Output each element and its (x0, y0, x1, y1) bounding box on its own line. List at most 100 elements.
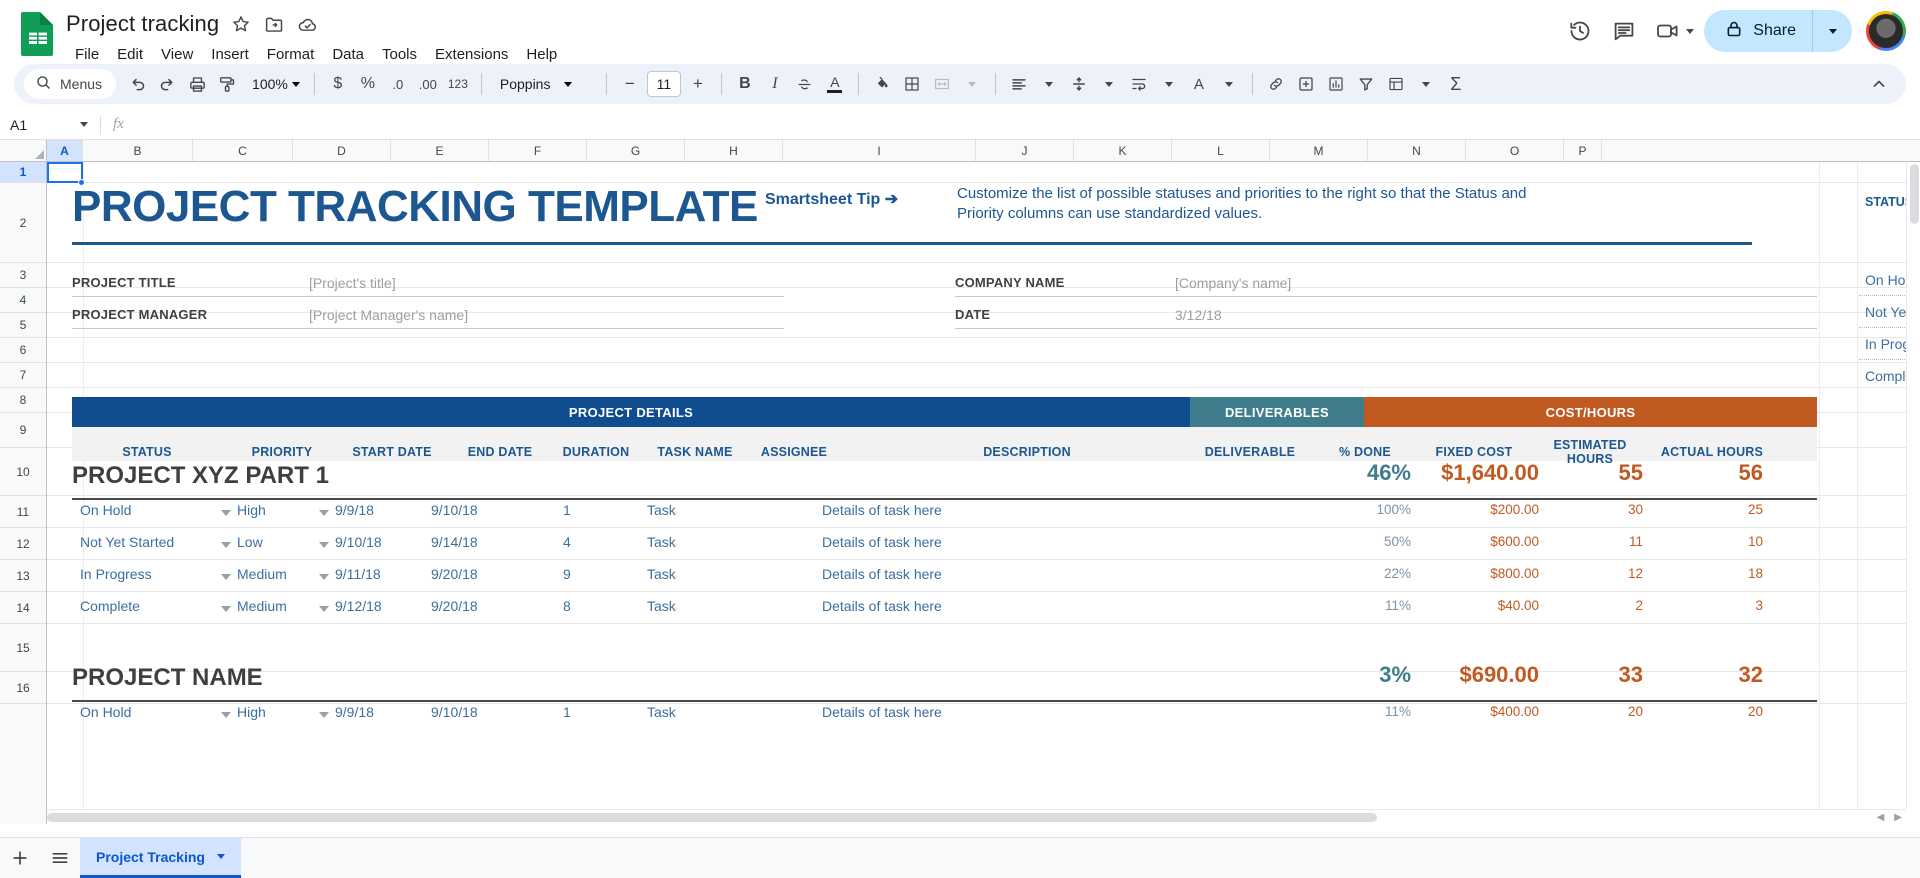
row-2-act[interactable]: 10 (1635, 534, 1763, 549)
comment-icon[interactable] (1602, 9, 1646, 53)
row-header-16[interactable]: 16 (0, 672, 46, 704)
format-percent-button[interactable]: % (353, 69, 383, 99)
vertical-align-chevron-down-icon[interactable] (1094, 69, 1124, 99)
row-header-4[interactable]: 4 (0, 288, 46, 313)
column-header-E[interactable]: E (391, 140, 489, 161)
project-manager-value[interactable]: [Project Manager's name] (309, 307, 468, 323)
column-header-M[interactable]: M (1270, 140, 1368, 161)
row-5-status-chevron-down-icon[interactable] (221, 712, 231, 718)
column-header-D[interactable]: D (293, 140, 391, 161)
row-4-start-date[interactable]: 9/12/18 (335, 598, 382, 614)
column-header-B[interactable]: B (83, 140, 193, 161)
row-2-start-date[interactable]: 9/10/18 (335, 534, 382, 550)
insert-chart-icon[interactable] (1321, 69, 1351, 99)
star-icon[interactable] (230, 13, 252, 35)
company-name-value[interactable]: [Company's name] (1175, 275, 1291, 291)
horizontal-scroll-thumb[interactable] (47, 813, 1377, 822)
text-color-button[interactable]: A (820, 69, 850, 99)
row-2-description[interactable]: Details of task here (822, 534, 942, 550)
row-3-priority[interactable]: Medium (237, 566, 287, 582)
row-header-7[interactable]: 7 (0, 363, 46, 388)
document-title[interactable]: Project tracking (66, 11, 219, 37)
format-currency-button[interactable]: $ (323, 69, 353, 99)
select-all-corner[interactable] (0, 140, 47, 161)
column-header-P[interactable]: P (1564, 140, 1602, 161)
undo-icon[interactable] (122, 69, 152, 99)
scroll-right-icon[interactable]: ▶ (1894, 812, 1902, 823)
horizontal-align-icon[interactable] (1004, 69, 1034, 99)
row-header-11[interactable]: 11 (0, 496, 46, 528)
text-wrap-chevron-down-icon[interactable] (1154, 69, 1184, 99)
menu-view[interactable]: View (152, 44, 202, 65)
row-2-status[interactable]: Not Yet Started (80, 534, 174, 550)
row-header-1[interactable]: 1 (0, 162, 46, 183)
menu-help[interactable]: Help (517, 44, 566, 65)
saved-to-drive-icon[interactable] (296, 13, 318, 35)
text-rotation-icon[interactable]: A (1184, 69, 1214, 99)
decrease-font-size-button[interactable]: − (615, 69, 645, 99)
menu-extensions[interactable]: Extensions (426, 44, 517, 65)
row-1-status[interactable]: On Hold (80, 502, 131, 518)
scroll-left-icon[interactable]: ◀ (1877, 812, 1885, 823)
create-filter-icon[interactable] (1351, 69, 1381, 99)
row-5-act[interactable]: 20 (1635, 704, 1763, 719)
row-2-priority-chevron-down-icon[interactable] (319, 542, 329, 548)
row-5-priority-chevron-down-icon[interactable] (319, 712, 329, 718)
row-5-priority[interactable]: High (237, 704, 266, 720)
more-formats-button[interactable]: 123 (443, 69, 473, 99)
vertical-scrollbar[interactable] (1906, 162, 1920, 808)
print-icon[interactable] (182, 69, 212, 99)
row-4-description[interactable]: Details of task here (822, 598, 942, 614)
row-header-12[interactable]: 12 (0, 528, 46, 560)
row-header-3[interactable]: 3 (0, 263, 46, 288)
menu-file[interactable]: File (66, 44, 108, 65)
share-options-chevron-down-icon[interactable] (1812, 10, 1852, 52)
functions-icon[interactable] (1381, 69, 1411, 99)
project-title-value[interactable]: [Project's title] (309, 275, 396, 291)
add-sheet-icon[interactable] (0, 838, 40, 878)
row-2-task-name[interactable]: Task (647, 534, 676, 550)
row-4-priority-chevron-down-icon[interactable] (319, 606, 329, 612)
sheet-tab-project-tracking[interactable]: Project Tracking (80, 838, 241, 878)
font-size-stepper[interactable]: − 11 + (615, 69, 713, 99)
row-1-est[interactable]: 30 (1515, 502, 1643, 517)
row-header-15[interactable]: 15 (0, 624, 46, 672)
google-sheets-icon[interactable] (20, 10, 56, 56)
all-sheets-icon[interactable] (40, 838, 80, 878)
text-rotation-chevron-down-icon[interactable] (1214, 69, 1244, 99)
insert-image-icon[interactable] (1291, 69, 1321, 99)
column-header-F[interactable]: F (489, 140, 587, 161)
row-3-duration[interactable]: 9 (563, 566, 571, 582)
column-header-H[interactable]: H (685, 140, 783, 161)
row-header-13[interactable]: 13 (0, 560, 46, 592)
bold-button[interactable]: B (730, 69, 760, 99)
functions-chevron-down-icon[interactable] (1411, 69, 1441, 99)
row-header-8[interactable]: 8 (0, 388, 46, 413)
increase-font-size-button[interactable]: + (683, 69, 713, 99)
row-4-duration[interactable]: 8 (563, 598, 571, 614)
vertical-scroll-thumb[interactable] (1910, 164, 1919, 224)
version-history-icon[interactable] (1558, 9, 1602, 53)
row-2-duration[interactable]: 4 (563, 534, 571, 550)
row-3-act[interactable]: 18 (1635, 566, 1763, 581)
merge-cells-icon[interactable] (927, 69, 957, 99)
sheet-tab-chevron-down-icon[interactable] (216, 854, 225, 859)
strikethrough-button[interactable] (790, 69, 820, 99)
row-1-end-date[interactable]: 9/10/18 (431, 502, 478, 518)
row-3-status[interactable]: In Progress (80, 566, 152, 582)
row-1-priority-chevron-down-icon[interactable] (319, 510, 329, 516)
column-header-N[interactable]: N (1368, 140, 1466, 161)
insert-link-icon[interactable] (1261, 69, 1291, 99)
row-header-9[interactable]: 9 (0, 413, 46, 448)
move-to-folder-icon[interactable] (263, 13, 285, 35)
menus-search-button[interactable]: Menus (24, 69, 117, 99)
row-2-end-date[interactable]: 9/14/18 (431, 534, 478, 550)
row-3-priority-chevron-down-icon[interactable] (319, 574, 329, 580)
column-header-L[interactable]: L (1172, 140, 1270, 161)
menu-data[interactable]: Data (323, 44, 373, 65)
row-4-status-chevron-down-icon[interactable] (221, 606, 231, 612)
sigma-sum-button[interactable]: Σ (1441, 69, 1471, 99)
grid-cells[interactable]: PROJECT TRACKING TEMPLATE Smartsheet Tip… (47, 162, 1920, 824)
row-2-est[interactable]: 11 (1515, 534, 1643, 549)
row-1-priority[interactable]: High (237, 502, 266, 518)
